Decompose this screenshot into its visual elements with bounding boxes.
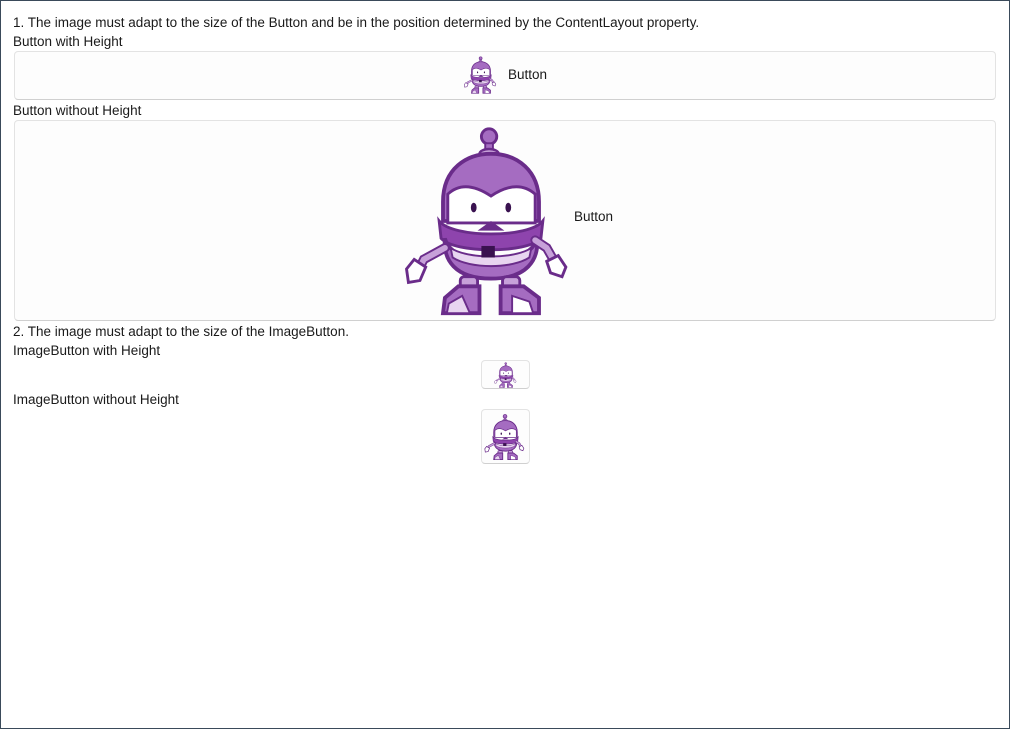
button-without-height[interactable]: Button xyxy=(14,120,996,321)
imagebutton-without-height-label: ImageButton without Height xyxy=(13,392,179,407)
section2-heading: 2. The image must adapt to the size of t… xyxy=(13,324,349,339)
button-with-height[interactable]: Button xyxy=(14,51,996,100)
imagebutton-without-height[interactable] xyxy=(481,409,530,464)
dotnet-bot-robot-icon xyxy=(395,125,587,317)
button-without-height-content: Button xyxy=(395,125,613,317)
dotnet-bot-robot-icon xyxy=(493,362,519,388)
button-without-height-label: Button without Height xyxy=(13,103,142,118)
button-with-height-content: Button xyxy=(462,56,547,94)
app-window: 1. The image must adapt to the size of t… xyxy=(0,0,1010,729)
section1-heading: 1. The image must adapt to the size of t… xyxy=(13,15,700,30)
dotnet-bot-robot-icon xyxy=(462,56,500,94)
button-with-height-text: Button xyxy=(508,67,548,82)
button-with-height-label: Button with Height xyxy=(13,34,123,49)
imagebutton-with-height[interactable] xyxy=(481,360,530,389)
imagebutton-with-height-label: ImageButton with Height xyxy=(13,343,161,358)
dotnet-bot-robot-icon xyxy=(482,412,529,462)
button-without-height-text: Button xyxy=(574,209,614,224)
